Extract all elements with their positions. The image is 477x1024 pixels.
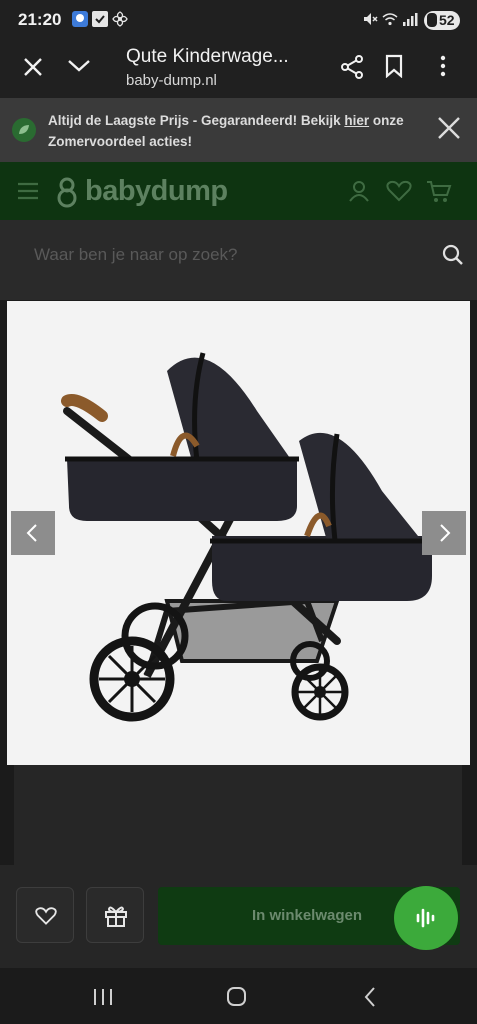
heart-icon bbox=[35, 907, 57, 925]
account-icon[interactable] bbox=[348, 180, 370, 202]
heart-icon[interactable] bbox=[386, 180, 412, 202]
signal-icon bbox=[403, 13, 418, 26]
more-vertical-icon[interactable] bbox=[438, 54, 448, 78]
check-icon bbox=[92, 11, 108, 27]
fan-icon bbox=[112, 11, 128, 27]
chevron-down-icon[interactable] bbox=[66, 58, 92, 74]
wishlist-button[interactable] bbox=[16, 887, 74, 943]
logo-icon[interactable] bbox=[54, 176, 80, 208]
promo-banner: Altijd de Laagste Prijs - Gegarandeerd! … bbox=[0, 98, 477, 162]
bookmark-icon[interactable] bbox=[384, 54, 404, 78]
status-time: 21:20 bbox=[18, 10, 62, 29]
browser-toolbar: Qute Kinderwage... baby-dump.nl bbox=[0, 42, 477, 98]
battery-level: 52 bbox=[439, 12, 455, 28]
system-nav-bar bbox=[0, 968, 477, 1024]
search-icon[interactable] bbox=[442, 244, 464, 266]
banner-text: Altijd de Laagste Prijs - Gegarandeerd! … bbox=[48, 113, 404, 149]
next-image-button[interactable] bbox=[422, 511, 466, 555]
site-header: babydump bbox=[0, 162, 477, 220]
status-bar: 21:20 52 bbox=[0, 0, 477, 42]
brand-logo[interactable]: babydump bbox=[85, 175, 228, 208]
soundwave-icon bbox=[416, 908, 435, 928]
home-icon[interactable] bbox=[226, 987, 248, 1007]
stroller-image bbox=[7, 301, 470, 765]
banner-link[interactable]: hier bbox=[344, 113, 369, 128]
content-placeholder bbox=[14, 765, 462, 865]
back-icon[interactable] bbox=[362, 986, 378, 1008]
page-url[interactable]: baby-dump.nl bbox=[126, 72, 217, 89]
cart-icon[interactable] bbox=[426, 180, 452, 204]
share-icon[interactable] bbox=[340, 54, 364, 80]
content-area bbox=[0, 765, 477, 865]
mute-icon bbox=[364, 13, 378, 25]
menu-icon[interactable] bbox=[17, 181, 39, 201]
chevron-right-icon bbox=[440, 524, 451, 542]
page-title: Qute Kinderwage... bbox=[126, 46, 289, 67]
close-banner-icon[interactable] bbox=[437, 116, 461, 140]
wifi-icon bbox=[382, 13, 398, 26]
product-image[interactable] bbox=[7, 301, 470, 765]
chevron-left-icon bbox=[26, 524, 37, 542]
close-icon[interactable] bbox=[22, 56, 44, 78]
voice-assistant-button[interactable] bbox=[394, 886, 458, 950]
gift-button[interactable] bbox=[86, 887, 144, 943]
gift-icon bbox=[105, 906, 127, 927]
app-icon bbox=[72, 11, 88, 27]
recent-apps-icon[interactable] bbox=[93, 988, 113, 1006]
battery-icon: 52 bbox=[424, 11, 460, 30]
search-input[interactable]: Waar ben je naar op zoek? bbox=[34, 245, 238, 265]
leaf-icon bbox=[12, 118, 36, 142]
search-bar[interactable]: Waar ben je naar op zoek? bbox=[0, 220, 477, 300]
previous-image-button[interactable] bbox=[11, 511, 55, 555]
